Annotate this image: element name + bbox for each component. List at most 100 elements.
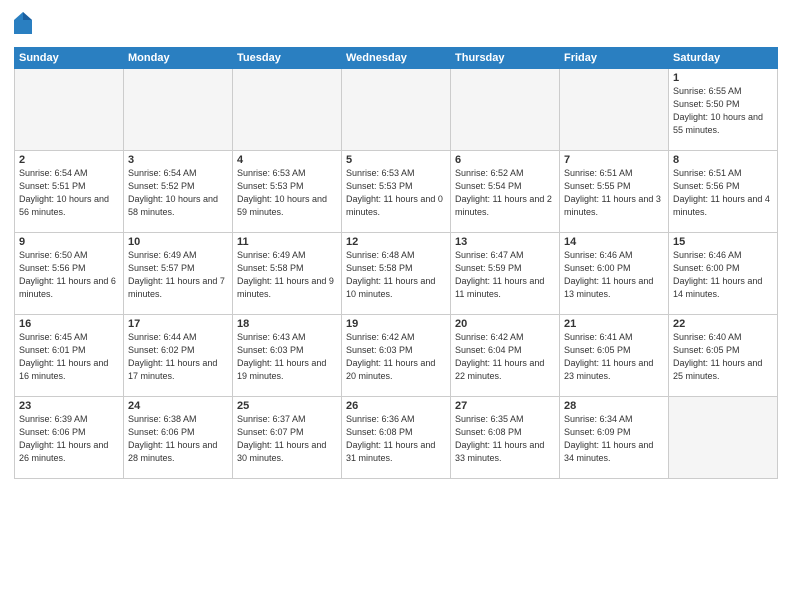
day-info: Sunrise: 6:41 AMSunset: 6:05 PMDaylight:… bbox=[564, 331, 664, 383]
day-number: 19 bbox=[346, 318, 446, 330]
calendar-cell: 19Sunrise: 6:42 AMSunset: 6:03 PMDayligh… bbox=[342, 315, 451, 397]
weekday-header-tuesday: Tuesday bbox=[233, 48, 342, 69]
calendar-cell: 5Sunrise: 6:53 AMSunset: 5:53 PMDaylight… bbox=[342, 151, 451, 233]
calendar-table: SundayMondayTuesdayWednesdayThursdayFrid… bbox=[14, 47, 778, 479]
calendar-cell: 23Sunrise: 6:39 AMSunset: 6:06 PMDayligh… bbox=[15, 397, 124, 479]
day-number: 20 bbox=[455, 318, 555, 330]
day-number: 4 bbox=[237, 154, 337, 166]
day-number: 8 bbox=[673, 154, 773, 166]
day-info: Sunrise: 6:40 AMSunset: 6:05 PMDaylight:… bbox=[673, 331, 773, 383]
day-number: 13 bbox=[455, 236, 555, 248]
calendar-cell: 12Sunrise: 6:48 AMSunset: 5:58 PMDayligh… bbox=[342, 233, 451, 315]
header bbox=[14, 12, 778, 39]
calendar-cell: 22Sunrise: 6:40 AMSunset: 6:05 PMDayligh… bbox=[669, 315, 778, 397]
calendar-cell: 17Sunrise: 6:44 AMSunset: 6:02 PMDayligh… bbox=[124, 315, 233, 397]
calendar-cell: 20Sunrise: 6:42 AMSunset: 6:04 PMDayligh… bbox=[451, 315, 560, 397]
day-number: 17 bbox=[128, 318, 228, 330]
day-info: Sunrise: 6:51 AMSunset: 5:56 PMDaylight:… bbox=[673, 167, 773, 219]
day-info: Sunrise: 6:36 AMSunset: 6:08 PMDaylight:… bbox=[346, 413, 446, 465]
weekday-header-wednesday: Wednesday bbox=[342, 48, 451, 69]
week-row-3: 9Sunrise: 6:50 AMSunset: 5:56 PMDaylight… bbox=[15, 233, 778, 315]
day-number: 25 bbox=[237, 400, 337, 412]
weekday-header-monday: Monday bbox=[124, 48, 233, 69]
week-row-2: 2Sunrise: 6:54 AMSunset: 5:51 PMDaylight… bbox=[15, 151, 778, 233]
day-info: Sunrise: 6:45 AMSunset: 6:01 PMDaylight:… bbox=[19, 331, 119, 383]
day-info: Sunrise: 6:42 AMSunset: 6:04 PMDaylight:… bbox=[455, 331, 555, 383]
calendar-cell bbox=[15, 69, 124, 151]
day-info: Sunrise: 6:51 AMSunset: 5:55 PMDaylight:… bbox=[564, 167, 664, 219]
calendar-cell: 6Sunrise: 6:52 AMSunset: 5:54 PMDaylight… bbox=[451, 151, 560, 233]
day-info: Sunrise: 6:55 AMSunset: 5:50 PMDaylight:… bbox=[673, 85, 773, 137]
week-row-5: 23Sunrise: 6:39 AMSunset: 6:06 PMDayligh… bbox=[15, 397, 778, 479]
calendar-cell bbox=[233, 69, 342, 151]
day-info: Sunrise: 6:53 AMSunset: 5:53 PMDaylight:… bbox=[237, 167, 337, 219]
calendar-cell: 7Sunrise: 6:51 AMSunset: 5:55 PMDaylight… bbox=[560, 151, 669, 233]
calendar-cell bbox=[560, 69, 669, 151]
day-info: Sunrise: 6:49 AMSunset: 5:58 PMDaylight:… bbox=[237, 249, 337, 301]
day-info: Sunrise: 6:53 AMSunset: 5:53 PMDaylight:… bbox=[346, 167, 446, 219]
calendar-cell: 18Sunrise: 6:43 AMSunset: 6:03 PMDayligh… bbox=[233, 315, 342, 397]
logo bbox=[14, 12, 32, 39]
day-info: Sunrise: 6:48 AMSunset: 5:58 PMDaylight:… bbox=[346, 249, 446, 301]
calendar-cell bbox=[342, 69, 451, 151]
calendar-cell: 11Sunrise: 6:49 AMSunset: 5:58 PMDayligh… bbox=[233, 233, 342, 315]
calendar-cell: 2Sunrise: 6:54 AMSunset: 5:51 PMDaylight… bbox=[15, 151, 124, 233]
day-number: 11 bbox=[237, 236, 337, 248]
day-info: Sunrise: 6:43 AMSunset: 6:03 PMDaylight:… bbox=[237, 331, 337, 383]
day-number: 16 bbox=[19, 318, 119, 330]
day-number: 6 bbox=[455, 154, 555, 166]
calendar-cell: 13Sunrise: 6:47 AMSunset: 5:59 PMDayligh… bbox=[451, 233, 560, 315]
day-number: 18 bbox=[237, 318, 337, 330]
calendar-cell: 10Sunrise: 6:49 AMSunset: 5:57 PMDayligh… bbox=[124, 233, 233, 315]
day-info: Sunrise: 6:54 AMSunset: 5:52 PMDaylight:… bbox=[128, 167, 228, 219]
calendar-cell bbox=[451, 69, 560, 151]
calendar-cell: 16Sunrise: 6:45 AMSunset: 6:01 PMDayligh… bbox=[15, 315, 124, 397]
weekday-header-friday: Friday bbox=[560, 48, 669, 69]
day-info: Sunrise: 6:34 AMSunset: 6:09 PMDaylight:… bbox=[564, 413, 664, 465]
day-info: Sunrise: 6:54 AMSunset: 5:51 PMDaylight:… bbox=[19, 167, 119, 219]
calendar-cell: 4Sunrise: 6:53 AMSunset: 5:53 PMDaylight… bbox=[233, 151, 342, 233]
weekday-header-sunday: Sunday bbox=[15, 48, 124, 69]
calendar-cell: 21Sunrise: 6:41 AMSunset: 6:05 PMDayligh… bbox=[560, 315, 669, 397]
weekday-header-saturday: Saturday bbox=[669, 48, 778, 69]
day-number: 24 bbox=[128, 400, 228, 412]
day-number: 14 bbox=[564, 236, 664, 248]
day-info: Sunrise: 6:44 AMSunset: 6:02 PMDaylight:… bbox=[128, 331, 228, 383]
weekday-header-row: SundayMondayTuesdayWednesdayThursdayFrid… bbox=[15, 48, 778, 69]
day-info: Sunrise: 6:47 AMSunset: 5:59 PMDaylight:… bbox=[455, 249, 555, 301]
day-info: Sunrise: 6:52 AMSunset: 5:54 PMDaylight:… bbox=[455, 167, 555, 219]
day-number: 27 bbox=[455, 400, 555, 412]
day-number: 7 bbox=[564, 154, 664, 166]
calendar-cell: 25Sunrise: 6:37 AMSunset: 6:07 PMDayligh… bbox=[233, 397, 342, 479]
day-number: 22 bbox=[673, 318, 773, 330]
calendar-cell: 1Sunrise: 6:55 AMSunset: 5:50 PMDaylight… bbox=[669, 69, 778, 151]
day-info: Sunrise: 6:42 AMSunset: 6:03 PMDaylight:… bbox=[346, 331, 446, 383]
day-number: 10 bbox=[128, 236, 228, 248]
day-number: 15 bbox=[673, 236, 773, 248]
day-info: Sunrise: 6:38 AMSunset: 6:06 PMDaylight:… bbox=[128, 413, 228, 465]
day-info: Sunrise: 6:50 AMSunset: 5:56 PMDaylight:… bbox=[19, 249, 119, 301]
day-info: Sunrise: 6:46 AMSunset: 6:00 PMDaylight:… bbox=[673, 249, 773, 301]
calendar-page: SundayMondayTuesdayWednesdayThursdayFrid… bbox=[0, 0, 792, 612]
day-info: Sunrise: 6:49 AMSunset: 5:57 PMDaylight:… bbox=[128, 249, 228, 301]
day-info: Sunrise: 6:39 AMSunset: 6:06 PMDaylight:… bbox=[19, 413, 119, 465]
day-number: 5 bbox=[346, 154, 446, 166]
logo-icon bbox=[14, 12, 32, 34]
calendar-cell: 14Sunrise: 6:46 AMSunset: 6:00 PMDayligh… bbox=[560, 233, 669, 315]
day-number: 2 bbox=[19, 154, 119, 166]
day-number: 21 bbox=[564, 318, 664, 330]
day-info: Sunrise: 6:35 AMSunset: 6:08 PMDaylight:… bbox=[455, 413, 555, 465]
day-number: 28 bbox=[564, 400, 664, 412]
day-number: 23 bbox=[19, 400, 119, 412]
day-number: 12 bbox=[346, 236, 446, 248]
calendar-cell: 26Sunrise: 6:36 AMSunset: 6:08 PMDayligh… bbox=[342, 397, 451, 479]
day-number: 3 bbox=[128, 154, 228, 166]
calendar-cell: 27Sunrise: 6:35 AMSunset: 6:08 PMDayligh… bbox=[451, 397, 560, 479]
week-row-1: 1Sunrise: 6:55 AMSunset: 5:50 PMDaylight… bbox=[15, 69, 778, 151]
calendar-cell bbox=[669, 397, 778, 479]
calendar-cell: 15Sunrise: 6:46 AMSunset: 6:00 PMDayligh… bbox=[669, 233, 778, 315]
calendar-cell: 24Sunrise: 6:38 AMSunset: 6:06 PMDayligh… bbox=[124, 397, 233, 479]
day-number: 1 bbox=[673, 72, 773, 84]
week-row-4: 16Sunrise: 6:45 AMSunset: 6:01 PMDayligh… bbox=[15, 315, 778, 397]
calendar-cell: 28Sunrise: 6:34 AMSunset: 6:09 PMDayligh… bbox=[560, 397, 669, 479]
